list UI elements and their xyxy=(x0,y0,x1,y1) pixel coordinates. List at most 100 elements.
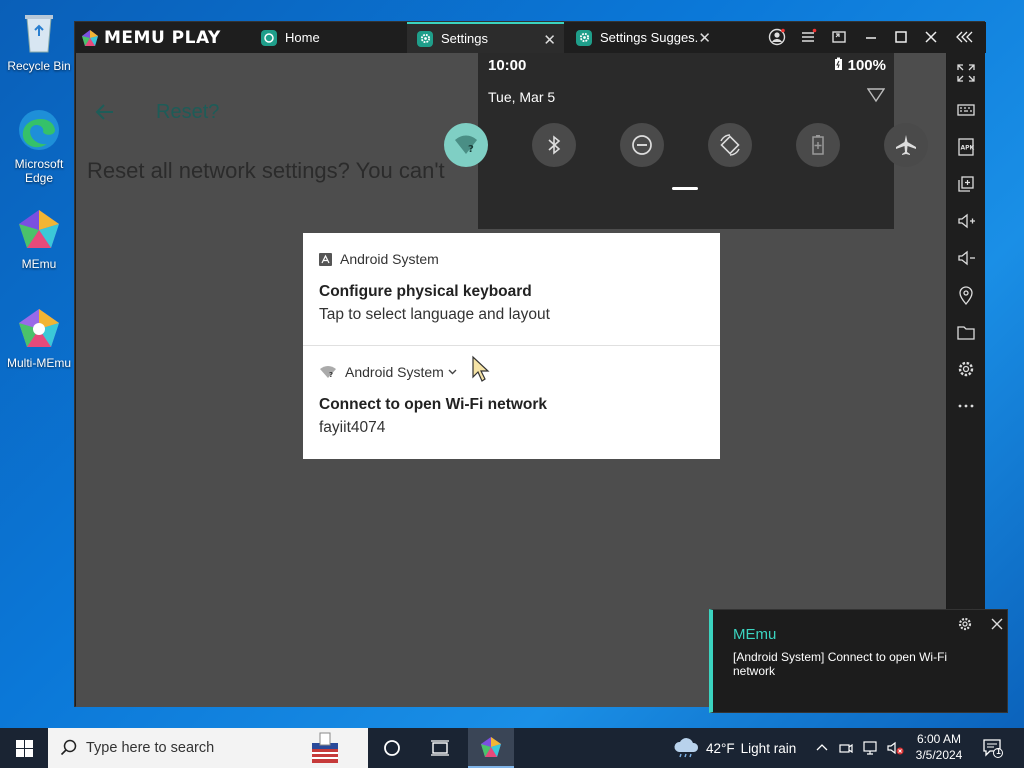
cortana-circle-icon xyxy=(384,740,400,756)
folder-icon[interactable] xyxy=(956,322,976,342)
tab-close-icon[interactable]: ✕ xyxy=(543,31,556,49)
task-view-button[interactable] xyxy=(372,728,412,768)
notification-title: Connect to open Wi-Fi network xyxy=(319,396,548,413)
maximize-icon[interactable] xyxy=(891,28,911,48)
recycle-bin-icon xyxy=(15,8,63,56)
tab-home[interactable]: Home xyxy=(251,22,401,53)
status-time: 10:00 xyxy=(488,57,527,74)
collapse-sidebar-icon[interactable] xyxy=(955,28,975,48)
back-arrow-icon[interactable] xyxy=(94,101,116,129)
memu-logo-icon xyxy=(82,30,98,46)
tab-settings[interactable]: Settings ✕ xyxy=(407,22,564,53)
airplane-icon xyxy=(896,135,916,155)
taskbar-app-memu[interactable] xyxy=(468,728,514,768)
volume-down-icon[interactable] xyxy=(956,248,976,268)
memu-logo-text: MEMU PLAY xyxy=(104,28,221,48)
memu-toast-notification[interactable]: MEmu [Android System] Connect to open Wi… xyxy=(709,609,1008,713)
minimize-icon[interactable] xyxy=(861,28,881,48)
settings-app-icon xyxy=(576,29,592,46)
qs-tile-bluetooth[interactable] xyxy=(532,123,576,167)
camera-tray-icon[interactable] xyxy=(838,740,854,761)
show-hidden-icons-icon[interactable] xyxy=(815,741,829,760)
android-system-icon xyxy=(319,252,332,266)
multi-window-icon[interactable] xyxy=(956,174,976,194)
task-view-button[interactable] xyxy=(420,728,460,768)
qs-drag-handle[interactable] xyxy=(672,187,698,190)
qs-tile-dnd[interactable] xyxy=(620,123,664,167)
network-tray-icon[interactable] xyxy=(862,740,880,761)
tab-close-icon[interactable]: ✕ xyxy=(698,29,711,47)
notification-title: Configure physical keyboard xyxy=(319,283,532,300)
notification-shade-card: Android System Configure physical keyboa… xyxy=(303,233,720,459)
qs-tile-autorotate[interactable] xyxy=(708,123,752,167)
settings-gear-icon[interactable] xyxy=(956,359,976,379)
fullscreen-icon[interactable] xyxy=(956,63,976,83)
keyboard-icon[interactable] xyxy=(956,100,976,120)
volume-up-icon[interactable] xyxy=(956,211,976,231)
desktop-icon-label: Recycle Bin xyxy=(7,59,71,73)
close-icon[interactable] xyxy=(921,28,941,48)
clock-time: 6:00 AM xyxy=(916,732,962,746)
chevron-down-icon[interactable] xyxy=(448,369,457,375)
rain-cloud-icon xyxy=(674,738,699,758)
desktop-icon-label: Multi-MEmu xyxy=(6,356,71,370)
desktop-icon-label: MEmu xyxy=(21,257,57,271)
start-button[interactable] xyxy=(0,728,48,768)
notification-item[interactable]: ? Android System Connect to open Wi-Fi n… xyxy=(303,346,720,459)
settings-app-icon xyxy=(417,30,433,47)
account-icon[interactable] xyxy=(767,28,787,48)
desktop-icon-recycle-bin[interactable]: Recycle Bin xyxy=(3,8,75,73)
notification-app-header: Android System xyxy=(319,251,439,267)
search-icon xyxy=(60,739,77,756)
toast-close-icon[interactable] xyxy=(989,616,1005,637)
notification-app-name: Android System xyxy=(340,251,439,267)
location-icon[interactable] xyxy=(956,285,976,305)
wifi-question-icon: ? xyxy=(320,365,336,379)
auto-rotate-icon xyxy=(720,134,740,156)
notification-text: Tap to select language and layout xyxy=(319,306,550,323)
weather-text: Light rain xyxy=(740,740,797,756)
wifi-unknown-icon: ? xyxy=(455,135,477,155)
page-body-text: Reset all network settings? You can't xyxy=(87,158,445,183)
tab-label: Settings xyxy=(441,31,488,46)
apk-install-icon[interactable]: APK xyxy=(956,137,976,157)
clock-date: 3/5/2024 xyxy=(915,748,963,762)
task-view-icon xyxy=(431,740,449,756)
svg-text:?: ? xyxy=(468,144,474,155)
action-center-button[interactable]: 1 xyxy=(982,738,1004,763)
toast-settings-icon[interactable] xyxy=(957,616,973,637)
tab-settings-suggestions[interactable]: Settings Sugges. ✕ xyxy=(566,22,719,53)
volume-muted-tray-icon[interactable] xyxy=(886,740,904,761)
battery-icon xyxy=(835,57,843,70)
taskbar-search-box[interactable]: Type here to search xyxy=(48,728,368,768)
page-title: Reset? xyxy=(156,101,220,123)
desktop-icon-edge[interactable]: Microsoft Edge xyxy=(3,106,75,185)
windows-logo-icon xyxy=(15,739,33,757)
qs-tile-battery-saver[interactable] xyxy=(796,123,840,167)
weather-widget[interactable]: 42°F Light rain xyxy=(672,728,796,768)
menu-icon[interactable] xyxy=(798,28,818,48)
ballot-box-icon xyxy=(312,732,338,763)
svg-text:APK: APK xyxy=(961,145,975,152)
bluetooth-icon xyxy=(548,135,561,155)
notification-item[interactable]: Android System Configure physical keyboa… xyxy=(303,233,720,345)
qs-tile-wifi[interactable]: ? xyxy=(444,123,488,167)
clock[interactable]: 6:00 AM 3/5/2024 xyxy=(910,731,968,763)
wifi-status-icon xyxy=(866,87,886,108)
screenshot-mode-icon[interactable] xyxy=(829,28,849,48)
more-options-icon[interactable] xyxy=(956,396,976,416)
notification-app-header: ? Android System xyxy=(319,364,457,380)
memu-window: MEMU PLAY Home Settings ✕ Settings Sugge… xyxy=(74,21,986,707)
edge-icon xyxy=(15,106,63,154)
desktop-icon-multi-memu[interactable]: Multi-MEmu xyxy=(3,305,75,370)
do-not-disturb-icon xyxy=(632,135,652,155)
notification-count-badge: 1 xyxy=(996,747,1001,756)
mouse-cursor-icon xyxy=(471,355,493,388)
toast-message: [Android System] Connect to open Wi-Fi n… xyxy=(733,650,948,678)
home-app-icon xyxy=(261,29,277,46)
qs-tile-airplane[interactable] xyxy=(884,123,928,167)
weather-temp: 42°F xyxy=(706,740,735,756)
svg-text:?: ? xyxy=(329,371,333,379)
desktop-icon-memu[interactable]: MEmu xyxy=(3,206,75,271)
qs-date: Tue, Mar 5 xyxy=(488,89,556,105)
